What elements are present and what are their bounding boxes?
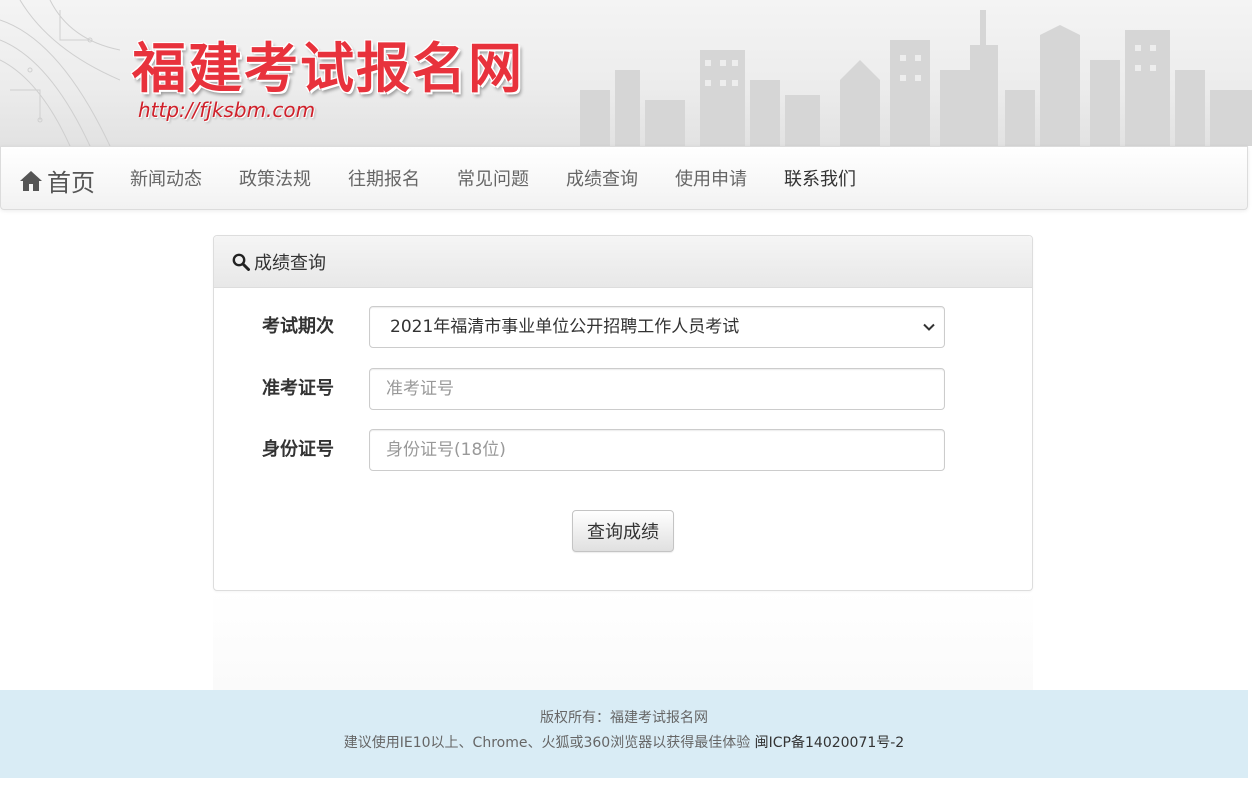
exam-period-select[interactable]: 2021年福清市事业单位公开招聘工作人员考试 (369, 306, 945, 348)
id-number-input[interactable] (369, 429, 945, 471)
site-url: http://fjksbm.com (138, 98, 316, 122)
exam-period-row: 考试期次 2021年福清市事业单位公开招聘工作人员考试 (214, 306, 1032, 348)
search-icon (232, 253, 250, 271)
panel-heading: 成绩查询 (214, 236, 1032, 288)
nav-item-faq[interactable]: 常见问题 (438, 165, 547, 191)
header-banner: 福建考试报名网 http://fjksbm.com (0, 0, 1252, 146)
main-navbar: 首页 新闻动态 政策法规 往期报名 常见问题 成绩查询 使用申请 联系我们 (0, 146, 1248, 210)
nav-links: 新闻动态 政策法规 往期报名 常见问题 成绩查询 使用申请 联系我们 (111, 147, 874, 209)
score-query-panel: 成绩查询 考试期次 2021年福清市事业单位公开招聘工作人员考试 准考证号 身份… (213, 235, 1033, 591)
footer-copyright: 版权所有：福建考试报名网 (540, 710, 708, 726)
nav-item-news[interactable]: 新闻动态 (111, 165, 220, 191)
id-label: 身份证号 (262, 439, 334, 460)
nav-item-policy[interactable]: 政策法规 (220, 165, 329, 191)
ticket-label: 准考证号 (262, 378, 334, 399)
nav-item-score-query[interactable]: 成绩查询 (547, 165, 656, 191)
exam-period-label: 考试期次 (262, 316, 334, 337)
nav-item-usage-apply[interactable]: 使用申请 (656, 165, 765, 191)
exam-period-value: 2021年福清市事业单位公开招聘工作人员考试 (390, 317, 740, 337)
nav-item-contact[interactable]: 联系我们 (765, 165, 874, 191)
panel-title: 成绩查询 (254, 252, 326, 274)
panel-shadow (213, 590, 1033, 690)
chevron-down-icon (923, 323, 935, 331)
footer-info-line: 建议使用IE10以上、Chrome、火狐或360浏览器以获得最佳体验 闽ICP备… (0, 732, 1248, 752)
city-skyline-decoration (580, 10, 1252, 146)
id-row: 身份证号 (214, 429, 1032, 471)
circuit-decoration (0, 0, 120, 146)
nav-home-label: 首页 (47, 169, 95, 197)
home-icon (20, 170, 42, 191)
footer-icp-link[interactable]: 闽ICP备14020071号-2 (755, 735, 905, 751)
ticket-number-input[interactable] (369, 368, 945, 410)
ticket-row: 准考证号 (214, 368, 1032, 410)
query-score-button[interactable]: 查询成绩 (572, 510, 674, 552)
nav-item-past-registration[interactable]: 往期报名 (329, 165, 438, 191)
nav-home-link[interactable]: 首页 (19, 163, 95, 198)
footer-browser-note: 建议使用IE10以上、Chrome、火狐或360浏览器以获得最佳体验 (343, 735, 751, 751)
site-title: 福建考试报名网 (132, 37, 524, 100)
footer: 版权所有：福建考试报名网 建议使用IE10以上、Chrome、火狐或360浏览器… (0, 690, 1248, 778)
